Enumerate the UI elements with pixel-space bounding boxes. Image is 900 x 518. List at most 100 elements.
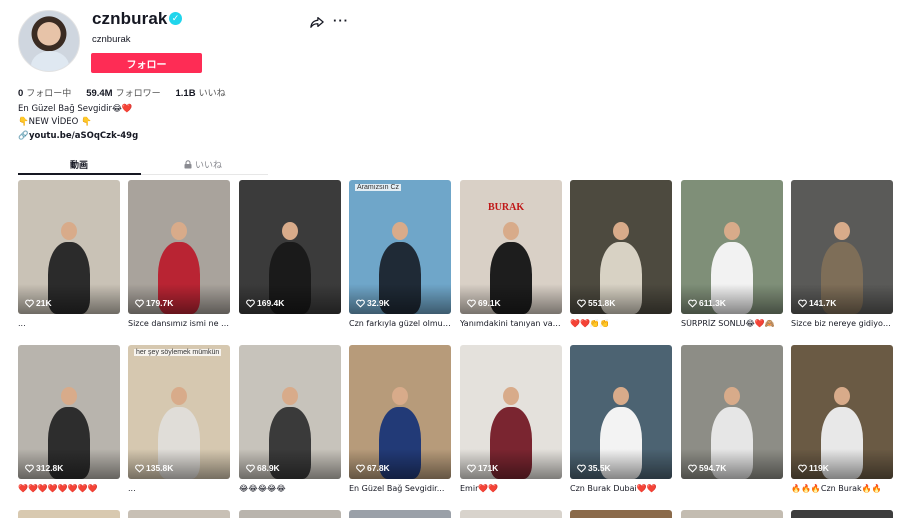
video-thumbnail[interactable]: 594.7K bbox=[681, 345, 783, 479]
video-card[interactable]: 171K Emir❤️❤️ bbox=[460, 345, 562, 495]
video-thumbnail[interactable]: 551.8K bbox=[570, 180, 672, 314]
more-options-icon[interactable]: ··· bbox=[333, 13, 349, 28]
follow-button[interactable]: フォロー bbox=[91, 53, 202, 73]
video-thumbnail-partial[interactable] bbox=[128, 510, 230, 518]
profile-handle: cznburak bbox=[92, 34, 131, 45]
person-head bbox=[834, 222, 850, 240]
video-caption[interactable] bbox=[681, 484, 783, 495]
video-caption[interactable]: Yanımdakini tanıyan var... bbox=[460, 319, 562, 330]
view-count: 119K bbox=[798, 463, 829, 473]
person-head bbox=[724, 387, 740, 405]
video-caption[interactable]: 🔥🔥🔥Czn Burak🔥🔥 bbox=[791, 484, 893, 495]
heart-icon bbox=[577, 299, 586, 307]
following-label[interactable]: フォロー中 bbox=[26, 89, 71, 99]
video-caption[interactable]: ... bbox=[18, 319, 120, 330]
video-card[interactable]: 141.7K Sizce biz nereye gidiyor... bbox=[791, 180, 893, 330]
video-caption[interactable]: 😂😂😂😂😂 bbox=[239, 484, 341, 495]
video-card[interactable]: 611.3K SÜRPRİZ SONLU😂❤️🙈 bbox=[681, 180, 783, 330]
heart-icon bbox=[246, 299, 255, 307]
person-head bbox=[392, 387, 408, 405]
video-caption[interactable]: ❤️❤️👏👏 bbox=[570, 319, 672, 330]
video-card[interactable]: 68.9K 😂😂😂😂😂 bbox=[239, 345, 341, 495]
person-head bbox=[613, 222, 629, 240]
view-count: 32.9K bbox=[356, 298, 390, 308]
video-caption[interactable]: SÜRPRİZ SONLU😂❤️🙈 bbox=[681, 319, 783, 330]
restaurant-sign: BURAK bbox=[488, 202, 525, 213]
video-thumbnail-partial[interactable] bbox=[570, 510, 672, 518]
video-thumbnail[interactable]: 179.7K bbox=[128, 180, 230, 314]
link-icon: 🔗 bbox=[18, 131, 29, 141]
followers-count: 59.4M bbox=[86, 88, 113, 99]
video-caption[interactable]: Czn Burak Dubai❤️❤️ bbox=[570, 484, 672, 495]
view-count: 611.3K bbox=[688, 298, 726, 308]
video-card[interactable]: 594.7K bbox=[681, 345, 783, 495]
video-caption[interactable]: ... bbox=[128, 484, 230, 495]
video-card[interactable]: 21K... bbox=[18, 180, 120, 330]
profile-link-text[interactable]: youtu.be/aSOqCzk-49g bbox=[29, 131, 138, 141]
profile-link[interactable]: 🔗youtu.be/aSOqCzk-49g bbox=[18, 131, 138, 141]
heart-icon bbox=[467, 464, 476, 472]
video-card[interactable]: 67.8K En Güzel Bağ Sevgidir... bbox=[349, 345, 451, 495]
likes-label: いいね bbox=[198, 89, 226, 99]
video-card[interactable]: 119K 🔥🔥🔥Czn Burak🔥🔥 bbox=[791, 345, 893, 495]
video-thumbnail[interactable]: BURAK 69.1K bbox=[460, 180, 562, 314]
video-card[interactable]: 169.4K bbox=[239, 180, 341, 330]
video-thumbnail[interactable]: 141.7K bbox=[791, 180, 893, 314]
video-thumbnail-partial[interactable] bbox=[791, 510, 893, 518]
view-count: 35.5K bbox=[577, 463, 611, 473]
view-count: 68.9K bbox=[246, 463, 280, 473]
tab-videos[interactable]: 動画 bbox=[70, 158, 88, 171]
video-caption[interactable] bbox=[239, 319, 341, 330]
video-card[interactable]: her şey söylemek mümkün 135.8K... bbox=[128, 345, 230, 495]
video-thumbnail-partial[interactable] bbox=[239, 510, 341, 518]
video-caption[interactable]: Emir❤️❤️ bbox=[460, 484, 562, 495]
heart-icon bbox=[135, 464, 144, 472]
video-thumbnail-partial[interactable] bbox=[18, 510, 120, 518]
view-count-text: 32.9K bbox=[367, 298, 390, 308]
video-caption[interactable]: ❤️❤️❤️❤️❤️❤️❤️❤️ bbox=[18, 484, 120, 495]
video-card[interactable]: Aramızsın Cz 32.9K Czn farkıyla güzel olmu… bbox=[349, 180, 451, 330]
person-head bbox=[61, 387, 77, 405]
person-head bbox=[503, 387, 519, 405]
video-thumbnail-partial[interactable] bbox=[460, 510, 562, 518]
video-caption[interactable]: En Güzel Bağ Sevgidir... bbox=[349, 484, 451, 495]
video-card[interactable]: 35.5K Czn Burak Dubai❤️❤️ bbox=[570, 345, 672, 495]
tab-liked[interactable]: いいね bbox=[184, 158, 222, 171]
video-thumbnail[interactable]: 68.9K bbox=[239, 345, 341, 479]
heart-icon bbox=[356, 299, 365, 307]
video-thumbnail[interactable]: 169.4K bbox=[239, 180, 341, 314]
video-card[interactable]: 551.8K ❤️❤️👏👏 bbox=[570, 180, 672, 330]
share-icon[interactable] bbox=[310, 15, 324, 29]
view-count-text: 69.1K bbox=[478, 298, 501, 308]
video-thumbnail[interactable]: 35.5K bbox=[570, 345, 672, 479]
video-thumbnail[interactable]: 611.3K bbox=[681, 180, 783, 314]
video-card[interactable]: 312.8K ❤️❤️❤️❤️❤️❤️❤️❤️ bbox=[18, 345, 120, 495]
video-thumbnail-partial[interactable] bbox=[349, 510, 451, 518]
video-caption[interactable]: Czn farkıyla güzel olmuş... bbox=[349, 319, 451, 330]
profile-stats: 0 フォロー中 59.4M フォロワー 1.1B いいね bbox=[18, 86, 238, 99]
person-head bbox=[724, 222, 740, 240]
view-count-text: 551.8K bbox=[588, 298, 616, 308]
video-thumbnail[interactable]: 119K bbox=[791, 345, 893, 479]
video-caption[interactable]: Sizce biz nereye gidiyor... bbox=[791, 319, 893, 330]
video-card[interactable]: BURAK 69.1K Yanımdakini tanıyan var... bbox=[460, 180, 562, 330]
view-count-text: 594.7K bbox=[699, 463, 727, 473]
video-thumbnail-partial[interactable] bbox=[681, 510, 783, 518]
video-thumbnail[interactable]: Aramızsın Cz 32.9K bbox=[349, 180, 451, 314]
view-count: 141.7K bbox=[798, 298, 836, 308]
video-thumbnail[interactable]: 21K bbox=[18, 180, 120, 314]
avatar[interactable] bbox=[18, 10, 80, 72]
video-card[interactable]: 179.7K Sizce dansımız ismi ne o... bbox=[128, 180, 230, 330]
bio-line: En Güzel Bağ Sevgidir😂❤️ bbox=[18, 104, 133, 114]
video-thumbnail[interactable]: 312.8K bbox=[18, 345, 120, 479]
followers-label[interactable]: フォロワー bbox=[116, 89, 161, 99]
heart-icon bbox=[798, 299, 807, 307]
view-count-text: 611.3K bbox=[699, 298, 726, 308]
video-thumbnail[interactable]: 171K bbox=[460, 345, 562, 479]
person-head bbox=[834, 387, 850, 405]
view-count-text: 67.8K bbox=[367, 463, 390, 473]
video-thumbnail[interactable]: 67.8K bbox=[349, 345, 451, 479]
person-head bbox=[282, 222, 298, 240]
video-thumbnail[interactable]: her şey söylemek mümkün 135.8K bbox=[128, 345, 230, 479]
video-caption[interactable]: Sizce dansımız ismi ne o... bbox=[128, 319, 230, 330]
